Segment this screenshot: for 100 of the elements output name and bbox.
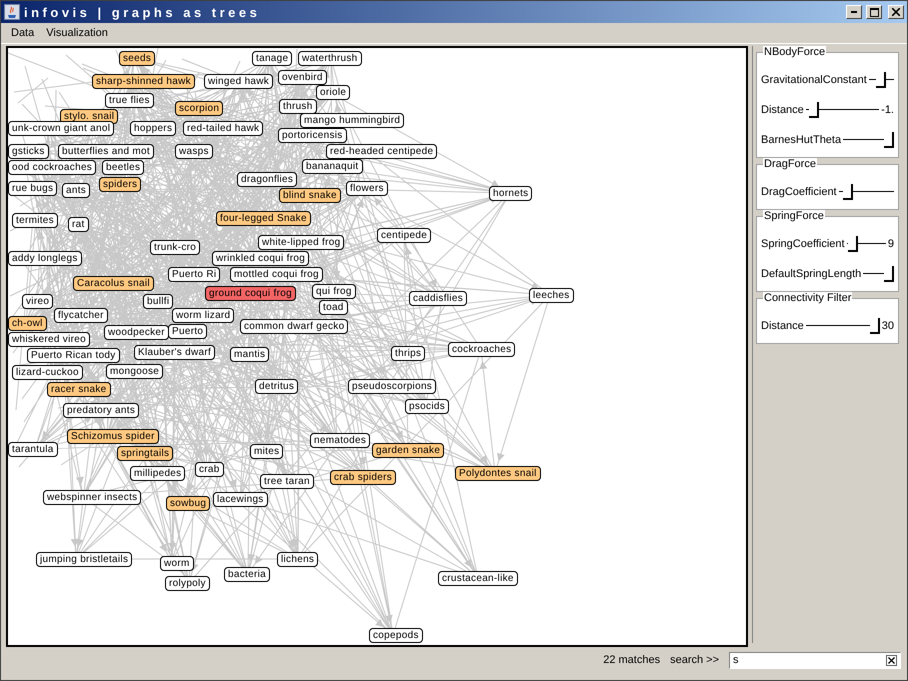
slider[interactable] xyxy=(843,132,894,148)
graph-node[interactable]: four-legged Snake xyxy=(216,211,311,226)
graph-node[interactable]: spiders xyxy=(99,177,142,192)
clear-icon[interactable] xyxy=(886,654,897,666)
slider[interactable] xyxy=(806,318,880,334)
graph-node[interactable]: Puerto Rican tody xyxy=(27,348,120,363)
graph-node[interactable]: rolypoly xyxy=(165,576,210,591)
close-button[interactable] xyxy=(888,5,904,19)
graph-node[interactable]: tree taran xyxy=(260,474,314,489)
graph-node[interactable]: red-tailed hawk xyxy=(183,121,264,136)
graph-node[interactable]: mango hummingbird xyxy=(300,113,404,128)
graph-node[interactable]: gsticks xyxy=(8,144,49,159)
slider[interactable] xyxy=(863,266,894,282)
graph-node[interactable]: ch-owl xyxy=(8,316,47,331)
graph-node[interactable]: garden snake xyxy=(372,443,444,458)
graph-node[interactable]: hoppers xyxy=(130,121,176,136)
graph-node[interactable]: crustacean-like xyxy=(438,571,518,586)
graph-node[interactable]: seeds xyxy=(119,51,156,66)
graph-node[interactable]: oriole xyxy=(316,85,350,100)
graph-node[interactable]: woodpecker xyxy=(104,325,169,340)
graph-node[interactable]: ood cockroaches xyxy=(8,160,96,175)
graph-node[interactable]: whiskered vireo xyxy=(8,332,90,347)
graph-node[interactable]: bananaquit xyxy=(302,159,362,174)
graph-node[interactable]: racer snake xyxy=(47,382,111,397)
graph-node[interactable]: wrinkled coqui frog xyxy=(212,251,310,266)
graph-node[interactable]: worm lizard xyxy=(172,308,234,323)
graph-node[interactable]: addy longlegs xyxy=(8,251,82,266)
graph-node[interactable]: worm xyxy=(160,556,194,571)
graph-node[interactable]: mantis xyxy=(230,347,270,362)
graph-node[interactable]: nematodes xyxy=(310,433,370,448)
graph-node[interactable]: flowers xyxy=(346,181,388,196)
graph-node[interactable]: tarantula xyxy=(8,442,58,457)
slider[interactable] xyxy=(838,184,894,200)
graph-node[interactable]: qui frog xyxy=(312,284,356,299)
graph-node[interactable]: waterthrush xyxy=(298,51,362,66)
graph-node[interactable]: ground coqui frog xyxy=(205,286,296,301)
graph-node[interactable]: mottled coqui frog xyxy=(230,267,323,282)
graph-node[interactable]: true flies xyxy=(105,93,154,108)
graph-node[interactable]: jumping bristletails xyxy=(36,552,132,567)
graph-node[interactable]: ants xyxy=(62,183,90,198)
graph-node[interactable]: portoricensis xyxy=(278,128,347,143)
graph-node[interactable]: mongoose xyxy=(106,364,164,379)
graph-node[interactable]: sowbug xyxy=(166,496,210,511)
graph-node[interactable]: leeches xyxy=(529,288,574,303)
graph-node[interactable]: lacewings xyxy=(213,492,268,507)
graph-node[interactable]: sharp-shinned hawk xyxy=(92,74,195,89)
graph-node[interactable]: detritus xyxy=(255,379,298,394)
graph-node[interactable]: scorpion xyxy=(175,101,224,116)
graph-node[interactable]: rue bugs xyxy=(8,181,58,196)
graph-node[interactable]: lizard-cuckoo xyxy=(12,365,83,380)
graph-node[interactable]: psocids xyxy=(405,399,450,414)
slider[interactable] xyxy=(846,236,886,252)
slider[interactable] xyxy=(868,72,894,88)
graph-node[interactable]: common dwarf gecko xyxy=(240,319,348,334)
graph-node[interactable]: thrush xyxy=(279,99,317,114)
graph-node[interactable]: butterflies and mot xyxy=(58,144,154,159)
graph-node[interactable]: Puerto xyxy=(168,324,208,339)
graph-node[interactable]: Schizomus spider xyxy=(67,429,159,444)
minimize-button[interactable] xyxy=(846,5,862,19)
graph-node[interactable]: Polydontes snail xyxy=(455,466,541,481)
graph-node[interactable]: dragonflies xyxy=(237,172,298,187)
graph-node[interactable]: red-headed centipede xyxy=(326,144,438,159)
graph-node[interactable]: bullfi xyxy=(143,294,174,309)
graph-node[interactable]: centipede xyxy=(377,228,432,243)
graph-node[interactable]: beetles xyxy=(102,160,144,175)
graph-node[interactable]: mites xyxy=(250,444,284,459)
graph-node[interactable]: trunk-cro xyxy=(150,240,200,255)
graph-node[interactable]: wasps xyxy=(175,144,213,159)
graph-node[interactable]: springtails xyxy=(117,446,174,461)
menu-item[interactable]: Data xyxy=(5,27,40,39)
graph-node[interactable]: Puerto Ri xyxy=(168,267,220,282)
graph-node[interactable]: vireo xyxy=(22,294,54,309)
maximize-button[interactable] xyxy=(866,5,882,19)
menu-item[interactable]: Visualization xyxy=(40,27,114,39)
graph-node[interactable]: termites xyxy=(12,213,58,228)
graph-node[interactable]: millipedes xyxy=(130,466,186,481)
graph-node[interactable]: lichens xyxy=(277,552,318,567)
graph-node[interactable]: Caracolus snail xyxy=(73,276,154,291)
graph-node[interactable]: blind snake xyxy=(279,188,341,203)
graph-node[interactable]: flycatcher xyxy=(54,308,108,323)
graph-node[interactable]: white-lipped frog xyxy=(258,235,344,250)
graph-node[interactable]: copepods xyxy=(369,628,423,643)
graph-node[interactable]: predatory ants xyxy=(63,403,140,418)
graph-node[interactable]: cockroaches xyxy=(448,342,516,357)
graph-node[interactable]: toad xyxy=(319,300,348,315)
slider[interactable] xyxy=(806,102,880,118)
graph-node[interactable]: tanage xyxy=(252,51,292,66)
graph-node[interactable]: crab xyxy=(195,462,224,477)
search-field[interactable]: s xyxy=(729,652,901,668)
graph-node[interactable]: caddisflies xyxy=(409,291,467,306)
graph-node[interactable]: webspinner insects xyxy=(43,490,142,505)
graph-node[interactable]: winged hawk xyxy=(204,74,274,89)
graph-node[interactable]: unk-crown giant anol xyxy=(8,121,114,136)
graph-node[interactable]: thrips xyxy=(391,346,426,361)
graph-node[interactable]: hornets xyxy=(489,186,532,201)
graph-node[interactable]: ovenbird xyxy=(278,70,327,85)
graph-node[interactable]: bacteria xyxy=(224,567,270,582)
graph-node[interactable]: rat xyxy=(68,217,89,232)
graph-node[interactable]: Klauber's dwarf xyxy=(134,345,216,360)
graph-node[interactable]: crab spiders xyxy=(330,470,396,485)
